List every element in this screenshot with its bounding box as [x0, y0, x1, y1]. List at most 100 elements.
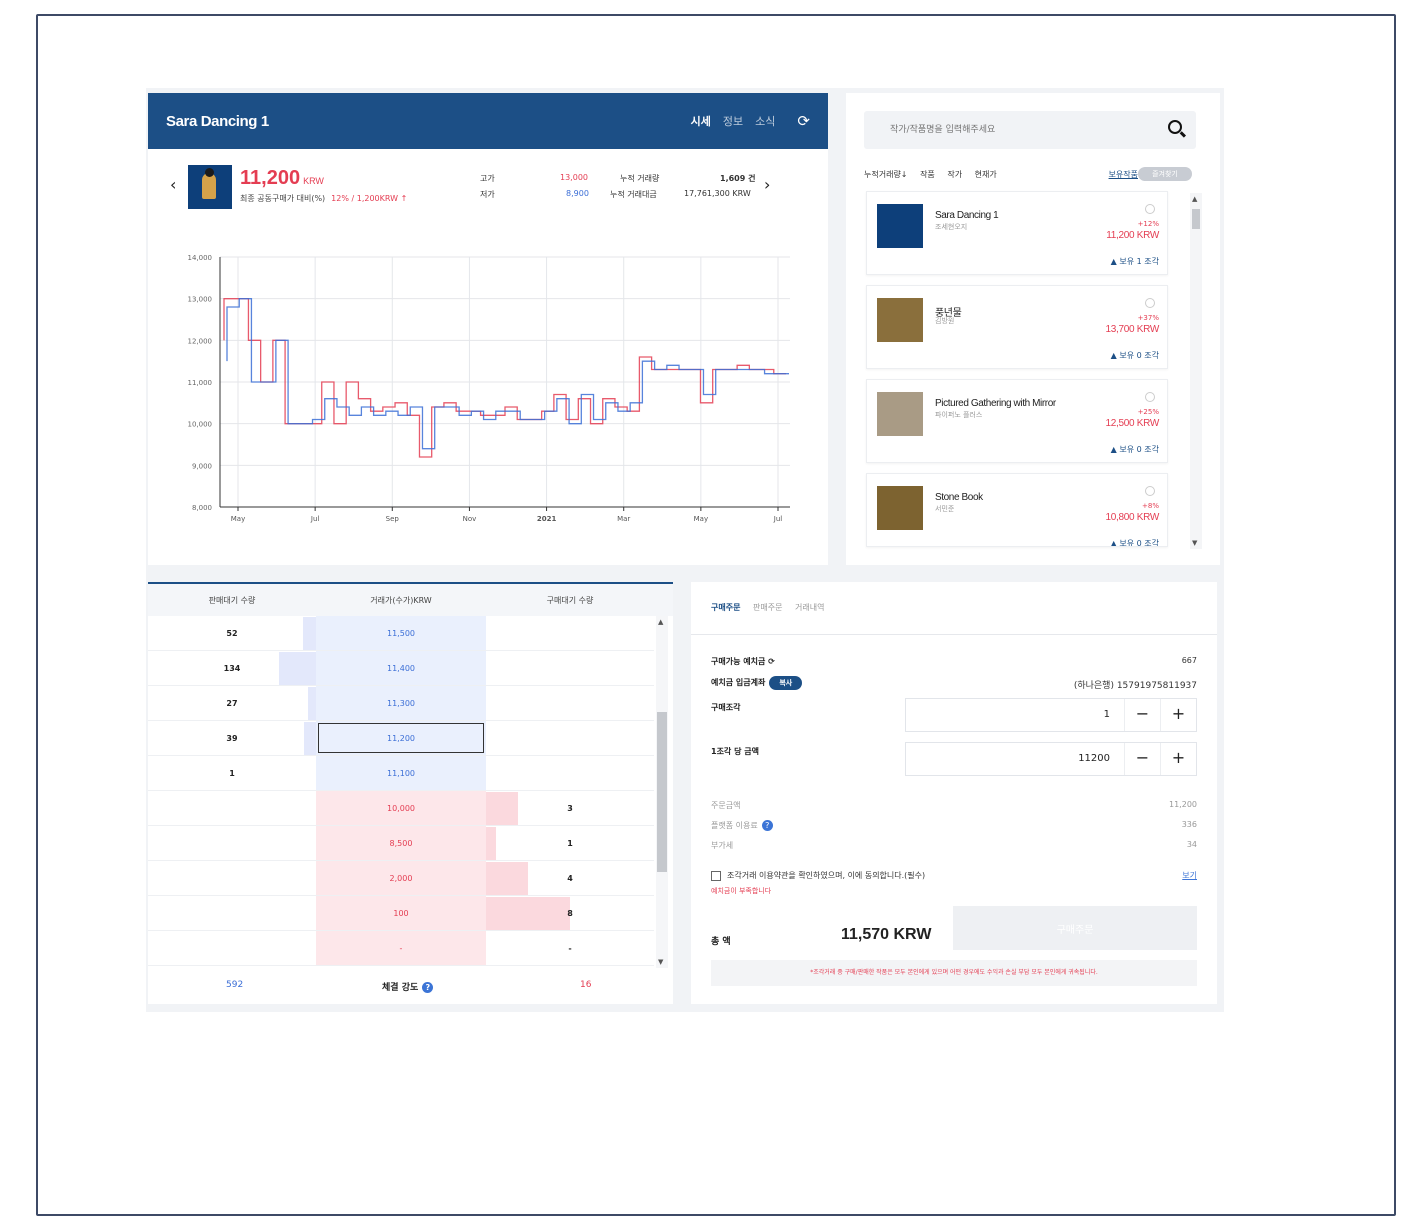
refresh-icon[interactable]: ⟳ — [797, 112, 810, 130]
deposit-label: 구매가능 예치금 ⟳ — [711, 657, 775, 666]
artwork-image — [877, 204, 923, 248]
artwork-item[interactable]: Stone Book 서민준 +8% 10,800 KRW ▲ 보유 0 조각 — [866, 473, 1168, 547]
tab-sell-order[interactable]: 판매주문 — [753, 603, 782, 612]
sell-price[interactable]: 11,200 — [316, 721, 486, 755]
total-buy-qty: 16 — [580, 980, 592, 990]
buy-qty-header: 구매대기 수량 — [546, 595, 594, 605]
artwork-item[interactable]: Pictured Gathering with Mirror 파이퍼노 플러스 … — [866, 379, 1168, 463]
buy-row: - - — [148, 931, 654, 966]
sell-qty: 134 — [223, 663, 241, 673]
sort-artwork[interactable]: 작품 — [920, 170, 935, 179]
select-radio-icon[interactable] — [1145, 486, 1155, 496]
artwork-item[interactable]: Sara Dancing 1 조세현오지 +12% 11,200 KRW ▲ 보… — [866, 191, 1168, 275]
price-chart: 14,000 13,000 12,000 11,000 10,000 9,000 8,000… — [188, 254, 790, 523]
scrollbar-thumb[interactable] — [1192, 209, 1200, 229]
artwork-image — [877, 298, 923, 342]
artwork-image — [877, 392, 923, 436]
sort-artist[interactable]: 작가 — [947, 170, 962, 179]
buy-row: 2,000 4 — [148, 861, 654, 896]
view-terms-link[interactable]: 보기 — [1182, 870, 1197, 881]
owned-filter[interactable]: 보유작품 — [1109, 169, 1138, 180]
y-tick-label: 11,000 — [188, 379, 213, 387]
buy-order-button[interactable]: 구매주문 — [953, 906, 1197, 950]
x-tick-label: Nov — [463, 515, 477, 523]
x-tick-label: Mar — [617, 515, 630, 523]
price-chart-panel: Sara Dancing 1 시세 정보 소식 ⟳ ‹ 11,200 KRW 최종… — [148, 93, 828, 565]
buy-row: 8,500 1 — [148, 826, 654, 861]
scroll-up-icon[interactable]: ▲ — [1192, 195, 1197, 203]
select-radio-icon[interactable] — [1145, 204, 1155, 214]
scroll-down-icon[interactable]: ▼ — [658, 958, 663, 966]
help-icon[interactable]: ? — [761, 820, 773, 831]
favorites-toggle[interactable]: 즐겨찾기 — [1138, 167, 1192, 181]
buy-price[interactable]: 8,500 — [316, 826, 486, 860]
x-tick-label: May — [694, 515, 708, 523]
artwork-thumbnail — [188, 165, 232, 209]
artwork-item[interactable]: 풍년물 김방원 +37% 13,700 KRW ▲ 보유 0 조각 — [866, 285, 1168, 369]
price-summary: ‹ 11,200 KRW 최종 공동구매가 대비(%) 12% / 1,200KRW… — [148, 149, 828, 209]
plus-icon[interactable]: + — [1160, 699, 1196, 731]
sell-price[interactable]: 11,400 — [316, 651, 486, 685]
order-book-panel: 판매대기 수량 거래가(수가)KRW 구매대기 수량 52 11,500 134… — [148, 582, 673, 1004]
list-scrollbar[interactable]: ▲ ▼ — [1190, 193, 1202, 549]
sell-qty: 1 — [229, 768, 235, 778]
chart-header: Sara Dancing 1 시세 정보 소식 ⟳ — [148, 93, 828, 149]
sell-price[interactable]: 11,500 — [316, 616, 486, 650]
scrollbar-thumb[interactable] — [657, 712, 667, 872]
tab-price[interactable]: 시세 — [691, 113, 711, 129]
search-icon[interactable] — [1168, 120, 1182, 134]
buy-row: 100 8 — [148, 896, 654, 931]
x-tick-label: Jul — [773, 515, 783, 523]
amount-label: 주문금액 — [711, 801, 741, 810]
buy-price[interactable]: 100 — [316, 896, 486, 930]
artwork-list-panel: 누적거래량↓ 작품 작가 현재가 보유작품 즐겨찾기 Sara Dancing … — [846, 93, 1220, 565]
quantity-value[interactable]: 1 — [1104, 709, 1110, 720]
buy-price[interactable]: - — [316, 931, 486, 965]
terms-checkbox[interactable] — [711, 870, 721, 881]
search-bar — [864, 111, 1196, 149]
vat-value: 34 — [1186, 840, 1197, 849]
artwork-name: Pictured Gathering with Mirror — [935, 398, 1056, 409]
order-book-header: 판매대기 수량 거래가(수가)KRW 구매대기 수량 — [148, 582, 673, 616]
select-radio-icon[interactable] — [1145, 392, 1155, 402]
tab-buy-order[interactable]: 구매주문 — [711, 603, 740, 612]
search-input[interactable] — [864, 111, 1144, 149]
total-value: 11,570 KRW — [841, 926, 932, 943]
price-series-line — [223, 298, 786, 458]
scroll-up-icon[interactable]: ▲ — [658, 618, 663, 626]
minus-icon[interactable]: − — [1124, 743, 1160, 775]
divider — [691, 634, 1217, 635]
prev-artwork-icon[interactable]: ‹ — [170, 175, 176, 194]
order-book-scrollbar[interactable]: ▲ ▼ — [656, 616, 668, 968]
buy-price[interactable]: 2,000 — [316, 861, 486, 895]
sell-price[interactable]: 11,300 — [316, 686, 486, 720]
sell-qty: 27 — [226, 698, 238, 708]
volume-value: 1,609 건 — [720, 174, 756, 183]
next-artwork-icon[interactable]: › — [764, 175, 770, 194]
sort-volume[interactable]: 누적거래량↓ — [864, 170, 908, 179]
current-price: 11,200 KRW — [240, 167, 324, 189]
refresh-icon[interactable]: ⟳ — [768, 657, 775, 666]
select-radio-icon[interactable] — [1145, 298, 1155, 308]
amount-value: 11,200 — [1169, 800, 1197, 809]
notice-text: *조각거래 중 구매/판매한 작품은 모두 본인에게 있으며 어떤 경우에도 수… — [711, 960, 1197, 986]
strength-label: 체결 강도? — [382, 980, 434, 993]
help-icon[interactable]: ? — [422, 982, 434, 993]
minus-icon[interactable]: − — [1124, 699, 1160, 731]
sort-price[interactable]: 현재가 — [975, 170, 997, 179]
sell-row: 1 11,100 — [148, 756, 654, 791]
high-label: 고가 — [480, 174, 495, 183]
scroll-down-icon[interactable]: ▼ — [1192, 539, 1197, 547]
tab-news[interactable]: 소식 — [755, 113, 775, 129]
artwork-holding: ▲ 보유 0 조각 — [1110, 351, 1159, 360]
tab-info[interactable]: 정보 — [723, 113, 743, 129]
plus-icon[interactable]: + — [1160, 743, 1196, 775]
tab-history[interactable]: 거래내역 — [795, 603, 824, 612]
buy-price[interactable]: 10,000 — [316, 791, 486, 825]
sell-price[interactable]: 11,100 — [316, 756, 486, 790]
artwork-artist: 파이퍼노 플러스 — [935, 411, 983, 419]
artwork-price: 12,500 KRW — [1105, 418, 1159, 429]
copy-button[interactable]: 복사 — [769, 676, 803, 690]
buy-qty: 3 — [567, 803, 573, 813]
unit-price-value[interactable]: 11200 — [1078, 753, 1110, 764]
